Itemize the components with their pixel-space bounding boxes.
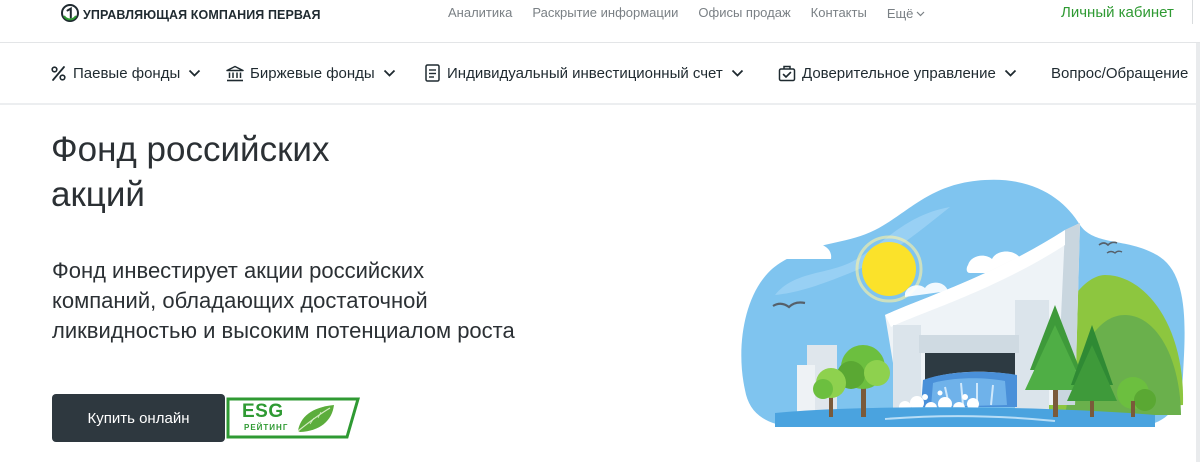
description-line: ликвидностью и высоким потенциалом роста	[52, 318, 515, 343]
percent-icon	[49, 64, 67, 82]
bank-building-icon	[226, 64, 244, 82]
top-link-sales-offices[interactable]: Офисы продаж	[698, 5, 790, 21]
document-icon	[423, 64, 441, 82]
top-link-analytics[interactable]: Аналитика	[448, 5, 512, 21]
chevron-down-icon	[1004, 69, 1016, 77]
divider	[0, 103, 1200, 105]
top-bar: УПРАВЛЯЮЩАЯ КОМПАНИЯ ПЕРВАЯ Аналитика Ра…	[0, 0, 1200, 42]
nav-label: Индивидуальный инвестиционный счет	[447, 64, 723, 82]
description-line: компаний, обладающих достаточной	[52, 288, 428, 313]
chevron-down-icon	[383, 69, 395, 77]
fund-description: Фонд инвестирует акции российских компан…	[52, 256, 622, 346]
briefcase-check-icon	[778, 64, 796, 82]
logo-text: УПРАВЛЯЮЩАЯ КОМПАНИЯ ПЕРВАЯ	[83, 8, 321, 22]
personal-cabinet-link[interactable]: Личный кабинет	[1061, 4, 1174, 21]
top-link-disclosure[interactable]: Раскрытие информации	[532, 5, 678, 21]
top-link-contacts[interactable]: Контакты	[811, 5, 867, 21]
chevron-down-icon	[189, 69, 201, 77]
nav-label: Биржевые фонды	[250, 64, 375, 82]
main-nav: Паевые фонды Биржевые фонды Индивидуальн…	[0, 43, 1200, 103]
title-line: Фонд российских	[51, 130, 330, 169]
description-line: Фонд инвестирует акции российских	[52, 258, 425, 283]
nav-label: Вопрос/Обращение	[1051, 64, 1189, 82]
nav-label: Доверительное управление	[802, 64, 996, 82]
esg-rating-badge[interactable]: ESG РЕЙТИНГ	[226, 397, 360, 439]
chevron-down-icon	[731, 69, 743, 77]
nav-item-question[interactable]: Вопрос/Обращение	[1051, 63, 1188, 83]
nav-item-iis[interactable]: Индивидуальный инвестиционный счет	[423, 63, 744, 83]
scrollbar[interactable]	[1196, 43, 1200, 462]
top-link-more[interactable]: Ещё	[887, 5, 926, 21]
esg-label: ESG	[242, 401, 284, 422]
buy-online-button[interactable]: Купить онлайн	[52, 394, 225, 442]
top-links: Аналитика Раскрытие информации Офисы про…	[448, 5, 945, 21]
nav-item-exchange-funds[interactable]: Биржевые фонды	[226, 63, 396, 83]
more-label: Ещё	[886, 5, 914, 21]
divider	[1192, 0, 1193, 24]
chevron-down-icon	[916, 11, 925, 17]
title-line: акций	[51, 175, 145, 214]
logo-icon	[61, 3, 79, 27]
nav-item-mutual-funds[interactable]: Паевые фонды	[49, 63, 201, 83]
esg-sublabel: РЕЙТИНГ	[244, 423, 289, 432]
nav-item-trust-management[interactable]: Доверительное управление	[778, 63, 1017, 83]
company-logo[interactable]: УПРАВЛЯЮЩАЯ КОМПАНИЯ ПЕРВАЯ	[61, 3, 321, 27]
hydro-dam-illustration	[741, 179, 1185, 427]
nav-label: Паевые фонды	[73, 64, 181, 82]
page-title: Фонд российских акций	[51, 127, 471, 217]
